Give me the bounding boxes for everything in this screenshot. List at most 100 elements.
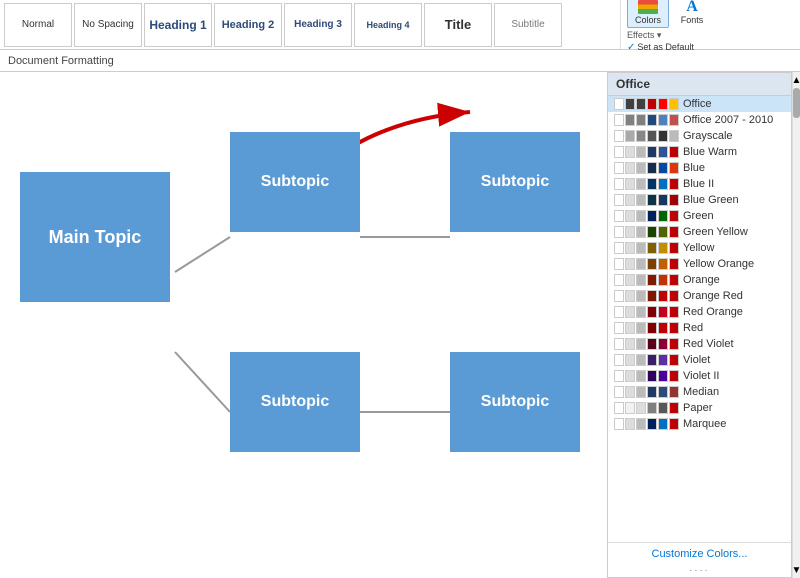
color-swatch: [614, 274, 624, 286]
subtopic-box-tr: Subtopic: [450, 132, 580, 232]
color-swatch: [636, 210, 646, 222]
color-swatch: [647, 98, 657, 110]
color-swatch: [647, 338, 657, 350]
color-swatch: [636, 354, 646, 366]
style-thumb-heading-4[interactable]: Heading 4: [354, 3, 422, 47]
item-label: Red Orange: [683, 306, 743, 318]
dropdown-item[interactable]: Green Yellow: [608, 224, 791, 240]
color-swatch: [614, 354, 624, 366]
color-swatch: [647, 146, 657, 158]
fonts-button[interactable]: A Fonts: [673, 0, 711, 27]
color-swatch: [636, 322, 646, 334]
color-swatch: [647, 386, 657, 398]
swatch-row: [614, 130, 679, 142]
item-label: Paper: [683, 402, 712, 414]
color-swatch: [636, 290, 646, 302]
subtopic-box-bl: Subtopic: [230, 352, 360, 452]
color-swatch: [636, 306, 646, 318]
colors-icon: [638, 0, 658, 14]
color-swatch: [625, 210, 635, 222]
dropdown-item[interactable]: Violet II: [608, 368, 791, 384]
effects-label[interactable]: Effects ▾: [627, 30, 661, 41]
main-topic-label: Main Topic: [49, 227, 142, 248]
color-swatch: [669, 162, 679, 174]
color-swatch: [658, 322, 668, 334]
dropdown-list[interactable]: Office Office 2007 - 2010Grayscale Blue Wa…: [608, 96, 791, 542]
dropdown-item[interactable]: Office: [608, 96, 791, 112]
color-swatch: [658, 130, 668, 142]
item-label: Marquee: [683, 418, 726, 430]
customize-colors-link[interactable]: Customize Colors...: [616, 546, 783, 562]
subtopic-box-br: Subtopic: [450, 352, 580, 452]
style-thumb-heading-3[interactable]: Heading 3: [284, 3, 352, 47]
main-topic-box: Main Topic: [20, 172, 170, 302]
dropdown-footer: Customize Colors... ....: [608, 542, 791, 577]
color-swatch: [625, 226, 635, 238]
swatch-row: [614, 322, 679, 334]
color-swatch: [614, 210, 624, 222]
color-swatch: [669, 338, 679, 350]
color-swatch: [658, 146, 668, 158]
dropdown-item[interactable]: Yellow Orange: [608, 256, 791, 272]
item-label: Orange: [683, 274, 720, 286]
dropdown-item[interactable]: Grayscale: [608, 128, 791, 144]
scroll-up-button[interactable]: ▲: [793, 72, 800, 88]
color-swatch: [658, 274, 668, 286]
dropdown-item[interactable]: Office 2007 - 2010: [608, 112, 791, 128]
color-swatch: [647, 290, 657, 302]
color-swatch: [658, 114, 668, 126]
item-label: Red Violet: [683, 338, 734, 350]
color-swatch: [647, 370, 657, 382]
dropdown-item[interactable]: Blue: [608, 160, 791, 176]
color-swatch: [658, 306, 668, 318]
swatch-row: [614, 338, 679, 350]
dropdown-item[interactable]: Median: [608, 384, 791, 400]
color-swatch: [625, 146, 635, 158]
color-swatch: [636, 242, 646, 254]
doc-format-bar: Document Formatting: [0, 50, 800, 72]
swatch-row: [614, 418, 679, 430]
item-label: Blue Warm: [683, 146, 737, 158]
color-swatch: [614, 114, 624, 126]
color-swatch: [647, 226, 657, 238]
swatch-row: [614, 370, 679, 382]
style-thumb-normal[interactable]: Normal: [4, 3, 72, 47]
style-thumb-subtitle[interactable]: Subtitle: [494, 3, 562, 47]
dropdown-item[interactable]: Marquee: [608, 416, 791, 432]
dropdown-item[interactable]: Green: [608, 208, 791, 224]
dropdown-item[interactable]: Blue Green: [608, 192, 791, 208]
color-swatch: [614, 146, 624, 158]
dropdown-item[interactable]: Orange: [608, 272, 791, 288]
item-label: Yellow Orange: [683, 258, 754, 270]
style-thumb-heading-1[interactable]: Heading 1: [144, 3, 212, 47]
swatch-row: [614, 242, 679, 254]
subtopic-label-br: Subtopic: [481, 393, 549, 411]
style-thumb-title[interactable]: Title: [424, 3, 492, 47]
color-swatch: [625, 402, 635, 414]
color-swatch: [669, 418, 679, 430]
dropdown-item[interactable]: Red: [608, 320, 791, 336]
dropdown-item[interactable]: Red Violet: [608, 336, 791, 352]
color-swatch: [669, 402, 679, 414]
color-swatch: [636, 178, 646, 190]
color-swatch: [658, 162, 668, 174]
item-label: Orange Red: [683, 290, 743, 302]
color-swatch: [636, 130, 646, 142]
style-thumb-no-spacing[interactable]: No Spacing: [74, 3, 142, 47]
item-label: Office: [683, 98, 712, 110]
color-swatch: [636, 418, 646, 430]
color-swatch: [636, 370, 646, 382]
ribbon: NormalNo SpacingHeading 1Heading 2Headin…: [0, 0, 800, 50]
colors-button[interactable]: Colors: [627, 0, 669, 28]
dropdown-item[interactable]: Blue Warm: [608, 144, 791, 160]
dropdown-item[interactable]: Violet: [608, 352, 791, 368]
scrollbar[interactable]: ▲ ▼: [792, 72, 800, 578]
dropdown-item[interactable]: Yellow: [608, 240, 791, 256]
scroll-down-button[interactable]: ▼: [793, 562, 800, 578]
dropdown-item[interactable]: Orange Red: [608, 288, 791, 304]
dropdown-item[interactable]: Red Orange: [608, 304, 791, 320]
style-thumb-heading-2[interactable]: Heading 2: [214, 3, 282, 47]
scroll-thumb[interactable]: [793, 88, 800, 118]
dropdown-item[interactable]: Paper: [608, 400, 791, 416]
dropdown-item[interactable]: Blue II: [608, 176, 791, 192]
